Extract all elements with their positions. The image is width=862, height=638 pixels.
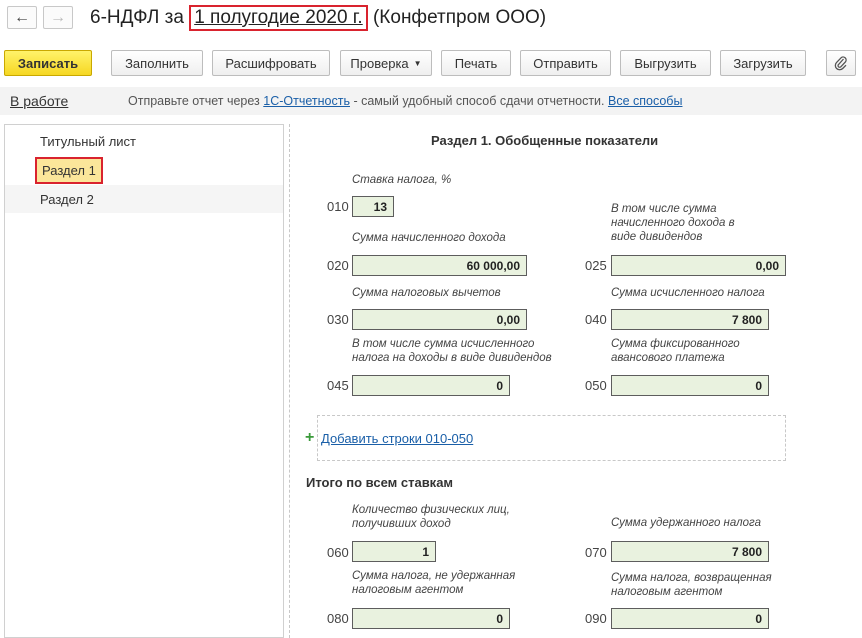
f020-label: Сумма начисленного дохода	[352, 232, 506, 244]
check-dropdown-button[interactable]: Проверка ▼	[340, 50, 432, 76]
f010-label: Ставка налога, %	[352, 174, 452, 186]
nav-item-title-page[interactable]: Титульный лист	[5, 127, 283, 155]
f040-label: Сумма исчисленного налога	[611, 287, 765, 299]
f050-label: Сумма фиксированного авансового платежа	[611, 338, 740, 364]
f030-code: 030	[327, 312, 349, 327]
f020-code: 020	[327, 258, 349, 273]
page-title: 6-НДФЛ за 1 полугодие 2020 г. (Конфетпро…	[90, 5, 546, 31]
arrow-left-icon: ←	[14, 8, 30, 26]
attach-button[interactable]	[826, 50, 856, 76]
f045-input[interactable]: 0	[352, 375, 510, 396]
save-button[interactable]: Записать	[4, 50, 92, 76]
import-button[interactable]: Загрузить	[720, 50, 806, 76]
f010-input[interactable]: 13	[352, 196, 394, 217]
info-message: Отправьте отчет через 1С-Отчетность - са…	[128, 94, 683, 108]
title-bar: ← → 6-НДФЛ за 1 полугодие 2020 г. (Конфе…	[0, 0, 862, 38]
f045-code: 045	[327, 378, 349, 393]
fill-button[interactable]: Заполнить	[111, 50, 203, 76]
f080-code: 080	[327, 611, 349, 626]
nav-item-section-1[interactable]: Раздел 1	[5, 155, 283, 186]
toolbar: Записать Заполнить Расшифровать Проверка…	[0, 50, 862, 80]
nav-item-section-2[interactable]: Раздел 2	[5, 185, 283, 213]
f090-code: 090	[585, 611, 607, 626]
totals-title: Итого по всем ставкам	[306, 475, 454, 490]
f080-input[interactable]: 0	[352, 608, 510, 629]
f040-code: 040	[585, 312, 607, 327]
status-link[interactable]: В работе	[10, 93, 68, 109]
plus-icon[interactable]: +	[305, 429, 314, 447]
f025-code: 025	[585, 258, 607, 273]
f020-input[interactable]: 60 000,00	[352, 255, 527, 276]
f060-label: Количество физических лиц, получивших до…	[352, 504, 510, 530]
decode-button[interactable]: Расшифровать	[212, 50, 330, 76]
f060-code: 060	[327, 545, 349, 560]
f050-code: 050	[585, 378, 607, 393]
f010-code: 010	[327, 199, 349, 214]
paperclip-icon	[834, 56, 847, 71]
info-bar: В работе Отправьте отчет через 1С-Отчетн…	[0, 87, 862, 115]
f090-input[interactable]: 0	[611, 608, 769, 629]
f060-input[interactable]: 1	[352, 541, 436, 562]
f025-input[interactable]: 0,00	[611, 255, 786, 276]
f070-input[interactable]: 7 800	[611, 541, 769, 562]
forward-button[interactable]: →	[43, 6, 73, 29]
send-button[interactable]: Отправить	[520, 50, 611, 76]
report-period-link[interactable]: 1 полугодие 2020 г.	[189, 5, 368, 31]
all-methods-link[interactable]: Все способы	[608, 94, 682, 108]
section-title: Раздел 1. Обобщенные показатели	[431, 133, 659, 148]
back-button[interactable]: ←	[7, 6, 37, 29]
f045-label: В том числе сумма исчисленного налога на…	[352, 338, 552, 364]
f070-label: Сумма удержанного налога	[611, 517, 761, 529]
f050-input[interactable]: 0	[611, 375, 769, 396]
export-button[interactable]: Выгрузить	[620, 50, 711, 76]
f025-label: В том числе сумма начисленного дохода в …	[611, 203, 735, 243]
arrow-right-icon: →	[50, 8, 66, 26]
f080-label: Сумма налога, не удержанная налоговым аг…	[352, 570, 516, 596]
f090-label: Сумма налога, возвращенная налоговым аге…	[611, 572, 772, 598]
f030-label: Сумма налоговых вычетов	[352, 287, 501, 299]
1c-reporting-link[interactable]: 1С-Отчетность	[263, 94, 350, 108]
f040-input[interactable]: 7 800	[611, 309, 769, 330]
section-nav: Титульный лист Раздел 1 Раздел 2	[4, 124, 284, 638]
print-button[interactable]: Печать	[441, 50, 511, 76]
add-rows-link[interactable]: Добавить строки 010-050	[321, 431, 473, 446]
caret-down-icon: ▼	[413, 58, 422, 68]
f030-input[interactable]: 0,00	[352, 309, 527, 330]
f070-code: 070	[585, 545, 607, 560]
